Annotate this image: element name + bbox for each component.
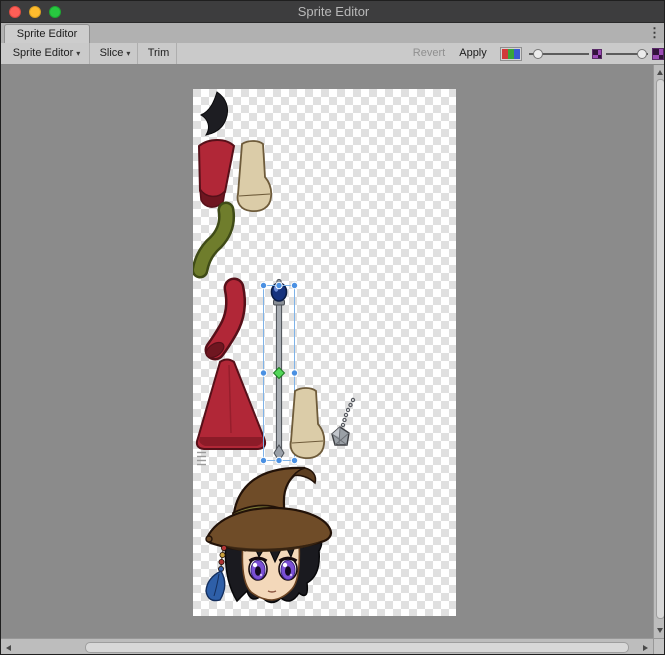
window-titlebar: Sprite Editor (1, 1, 665, 23)
sprite-canvas[interactable] (1, 65, 665, 655)
pivot-handle[interactable] (274, 368, 285, 379)
trim-button[interactable]: Trim (141, 43, 177, 64)
zoom-slider[interactable] (529, 43, 589, 65)
tab-label: Sprite Editor (17, 28, 78, 40)
sprite-sheet-image (193, 89, 456, 616)
revert-button[interactable]: Revert (408, 43, 450, 64)
hair-tuft-sprite[interactable] (201, 92, 228, 135)
horizontal-scrollbar[interactable] (1, 638, 653, 655)
chevron-down-icon: ▾ (126, 49, 130, 58)
slice-dropdown[interactable]: Slice▾ (93, 43, 138, 64)
zoom-slider-knob[interactable] (533, 49, 543, 59)
mode-dropdown-label: Sprite Editor (13, 47, 74, 59)
left-eye (249, 558, 267, 580)
red-arm-sprite[interactable] (203, 288, 235, 361)
scroll-left-arrow-icon[interactable] (6, 645, 11, 651)
slice-dropdown-label: Slice (100, 47, 124, 59)
mip-texture-icon (592, 49, 602, 59)
tan-boot-sprite[interactable] (238, 141, 272, 211)
red-sleeve-sprite[interactable] (199, 140, 234, 207)
rgb-channels-button[interactable] (500, 47, 522, 61)
rgb-channels-icon (502, 49, 520, 59)
vertical-scrollbar-thumb[interactable] (656, 79, 665, 619)
scroll-up-arrow-icon[interactable] (657, 70, 663, 75)
window-title: Sprite Editor (1, 1, 665, 23)
scroll-right-arrow-icon[interactable] (643, 645, 648, 651)
horizontal-scrollbar-thumb[interactable] (85, 642, 629, 653)
tab-sprite-editor[interactable]: Sprite Editor (4, 24, 90, 43)
silver-amulet-sprite[interactable] (332, 398, 355, 445)
vertical-scrollbar[interactable] (653, 65, 665, 638)
witch-hat-head-sprite[interactable] (206, 468, 331, 603)
window-menu-icon[interactable]: ⋮ (648, 23, 661, 43)
apply-button[interactable]: Apply (453, 43, 493, 64)
mip-texture-icon-2 (652, 48, 664, 60)
scrollbar-corner (653, 638, 665, 655)
tab-bar: Sprite Editor ⋮ (1, 23, 665, 43)
toolbar: Sprite Editor▾ Slice▾ Trim Revert Apply (1, 43, 665, 65)
mip-slider-knob[interactable] (637, 49, 647, 59)
sprite-editor-mode-dropdown[interactable]: Sprite Editor▾ (4, 43, 90, 64)
mip-level-slider[interactable] (606, 43, 648, 65)
sprite-editor-window: Sprite Editor Sprite Editor ⋮ Sprite Edi… (0, 0, 665, 655)
tan-boot-2-sprite[interactable] (291, 388, 325, 458)
red-robe-skirt-sprite[interactable] (197, 360, 265, 450)
chevron-down-icon: ▾ (76, 49, 80, 58)
face-detail-lines-sprite[interactable] (197, 453, 206, 465)
scroll-down-arrow-icon[interactable] (657, 628, 663, 633)
green-scarf-sprite[interactable] (200, 210, 227, 270)
right-eye (279, 558, 297, 580)
